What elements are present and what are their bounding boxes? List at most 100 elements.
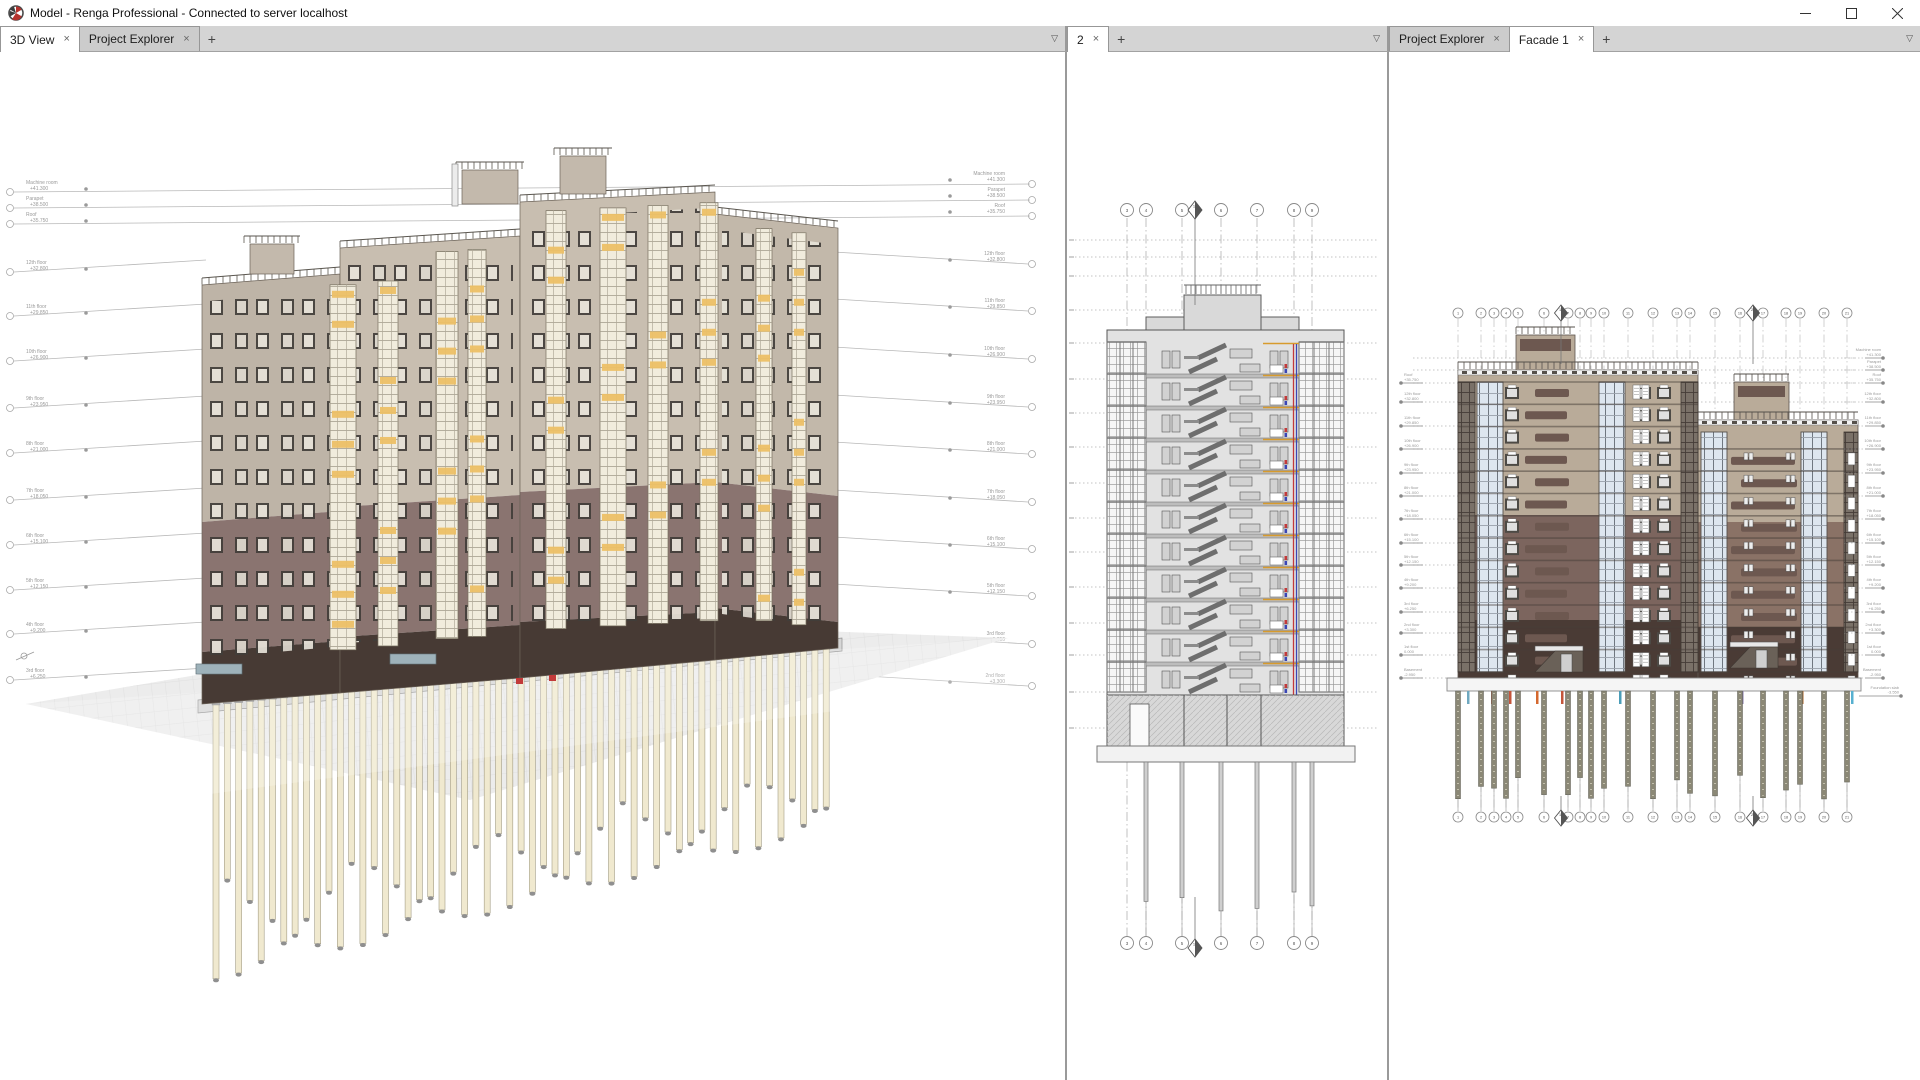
svg-text:+21.000: +21.000	[987, 447, 1005, 453]
svg-text:19: 19	[1798, 816, 1802, 820]
svg-text:+38.500: +38.500	[1866, 364, 1881, 369]
svg-text:16: 16	[1738, 312, 1742, 316]
svg-text:15: 15	[1713, 312, 1717, 316]
svg-text:+6.250: +6.250	[1869, 606, 1882, 611]
section-drawing-canvas: 3344556677889911	[1067, 52, 1387, 1080]
tab-list-dropdown-icon[interactable]: ▽	[1051, 33, 1065, 44]
svg-text:8: 8	[1579, 816, 1581, 820]
svg-text:2: 2	[1751, 813, 1753, 817]
svg-text:+21.000: +21.000	[1866, 490, 1881, 495]
svg-text:1: 1	[1457, 816, 1459, 820]
svg-text:+18.050: +18.050	[1866, 513, 1881, 518]
tab-close-icon[interactable]: ×	[183, 34, 189, 45]
svg-text:+3.300: +3.300	[1869, 627, 1882, 632]
svg-text:13: 13	[1675, 312, 1679, 316]
svg-text:5: 5	[1517, 312, 1519, 316]
svg-text:+23.950: +23.950	[30, 402, 48, 408]
svg-text:14: 14	[1688, 312, 1692, 316]
svg-text:+9.200: +9.200	[1869, 582, 1882, 587]
section-drawing-viewport[interactable]: 3344556677889911	[1067, 52, 1389, 1080]
svg-text:9: 9	[1590, 816, 1592, 820]
svg-text:+32.800: +32.800	[1866, 396, 1881, 401]
svg-text:+15.100: +15.100	[1866, 537, 1881, 542]
svg-text:6: 6	[1543, 816, 1545, 820]
svg-text:2: 2	[1480, 312, 1482, 316]
svg-text:+29.850: +29.850	[1404, 420, 1419, 425]
svg-text:+21.000: +21.000	[1404, 490, 1419, 495]
svg-text:18: 18	[1784, 816, 1788, 820]
close-button[interactable]	[1874, 0, 1920, 26]
svg-text:17: 17	[1761, 312, 1765, 316]
svg-text:9: 9	[1590, 312, 1592, 316]
svg-text:14: 14	[1688, 816, 1692, 820]
tab-project-explorer[interactable]: Project Explorer ×	[79, 26, 200, 51]
workspace: Machine room+41.300Parapet+38.500Roof+35…	[0, 52, 1920, 1080]
maximize-button[interactable]	[1828, 0, 1874, 26]
svg-text:0.000: 0.000	[1871, 649, 1882, 654]
3d-viewport[interactable]: Machine room+41.300Parapet+38.500Roof+35…	[0, 52, 1067, 1080]
svg-text:+41.300: +41.300	[1866, 352, 1881, 357]
svg-text:11: 11	[1626, 816, 1630, 820]
svg-text:+18.050: +18.050	[987, 495, 1005, 501]
svg-text:+35.750: +35.750	[1866, 377, 1881, 382]
tab-close-icon[interactable]: ×	[1578, 34, 1584, 45]
svg-text:+23.950: +23.950	[1866, 467, 1881, 472]
svg-text:12: 12	[1651, 312, 1655, 316]
svg-text:15: 15	[1713, 816, 1717, 820]
svg-text:21: 21	[1845, 312, 1849, 316]
tab-label: Project Explorer	[89, 32, 174, 46]
window-titlebar: Model - Renga Professional - Connected t…	[0, 0, 1920, 26]
svg-text:+12.150: +12.150	[1866, 559, 1881, 564]
svg-text:+9.200: +9.200	[30, 628, 46, 634]
new-tab-button[interactable]: +	[1593, 31, 1619, 47]
tab-2[interactable]: 2×	[1067, 26, 1109, 52]
svg-text:11: 11	[1626, 312, 1630, 316]
tab-label: Facade 1	[1519, 33, 1569, 47]
svg-text:+12.150: +12.150	[30, 584, 48, 590]
minimize-button[interactable]	[1782, 0, 1828, 26]
tab-project-explorer[interactable]: Project Explorer ×	[1389, 26, 1510, 51]
svg-text:+26.900: +26.900	[987, 352, 1005, 358]
window-controls	[1782, 0, 1920, 26]
left-pane-tabstrip: 3D View× Project Explorer × + ▽	[0, 26, 1067, 52]
svg-text:+35.750: +35.750	[987, 209, 1005, 215]
svg-text:+38.500: +38.500	[987, 193, 1005, 199]
tab-close-icon[interactable]: ×	[1493, 34, 1499, 45]
facade-drawing-viewport[interactable]: 1122334455667788991010111112121313141415…	[1389, 52, 1920, 1080]
svg-text:+9.200: +9.200	[1404, 582, 1417, 587]
svg-text:1: 1	[1559, 308, 1561, 312]
3d-view-canvas: Machine room+41.300Parapet+38.500Roof+35…	[0, 52, 1065, 1080]
svg-text:+15.100: +15.100	[30, 539, 48, 545]
svg-text:+26.900: +26.900	[1404, 443, 1419, 448]
svg-text:+41.300: +41.300	[30, 186, 48, 192]
new-tab-button[interactable]: +	[1108, 31, 1134, 47]
tab-3d-view[interactable]: 3D View×	[0, 26, 80, 52]
svg-text:13: 13	[1675, 816, 1679, 820]
svg-text:+26.900: +26.900	[30, 355, 48, 361]
facade-drawing-canvas: 1122334455667788991010111112121313141415…	[1389, 52, 1918, 1080]
svg-text:+32.800: +32.800	[987, 257, 1005, 263]
right-pane-tabstrip: Project Explorer × Facade 1 × + ▽	[1389, 26, 1920, 52]
tab-facade-1[interactable]: Facade 1 ×	[1509, 26, 1594, 52]
tab-list-dropdown-icon[interactable]: ▽	[1906, 33, 1920, 44]
svg-text:17: 17	[1761, 816, 1765, 820]
renga-logo-icon	[8, 5, 24, 21]
tab-label: 2	[1077, 33, 1084, 47]
svg-text:+15.100: +15.100	[1404, 537, 1419, 542]
svg-text:-3.550: -3.550	[1888, 690, 1900, 695]
svg-text:3: 3	[1493, 312, 1495, 316]
tab-label: Project Explorer	[1399, 32, 1484, 46]
svg-text:0.000: 0.000	[1404, 649, 1415, 654]
svg-text:4: 4	[1505, 816, 1507, 820]
svg-text:+41.300: +41.300	[987, 177, 1005, 183]
svg-text:16: 16	[1738, 816, 1742, 820]
svg-text:18: 18	[1784, 312, 1788, 316]
tab-list-dropdown-icon[interactable]: ▽	[1373, 33, 1387, 44]
tab-close-icon[interactable]: ×	[63, 34, 69, 45]
svg-text:+32.800: +32.800	[1404, 396, 1419, 401]
svg-text:+18.050: +18.050	[1404, 513, 1419, 518]
new-tab-button[interactable]: +	[199, 31, 225, 47]
svg-text:19: 19	[1798, 312, 1802, 316]
svg-text:+29.850: +29.850	[30, 310, 48, 316]
tab-close-icon[interactable]: ×	[1093, 34, 1099, 45]
